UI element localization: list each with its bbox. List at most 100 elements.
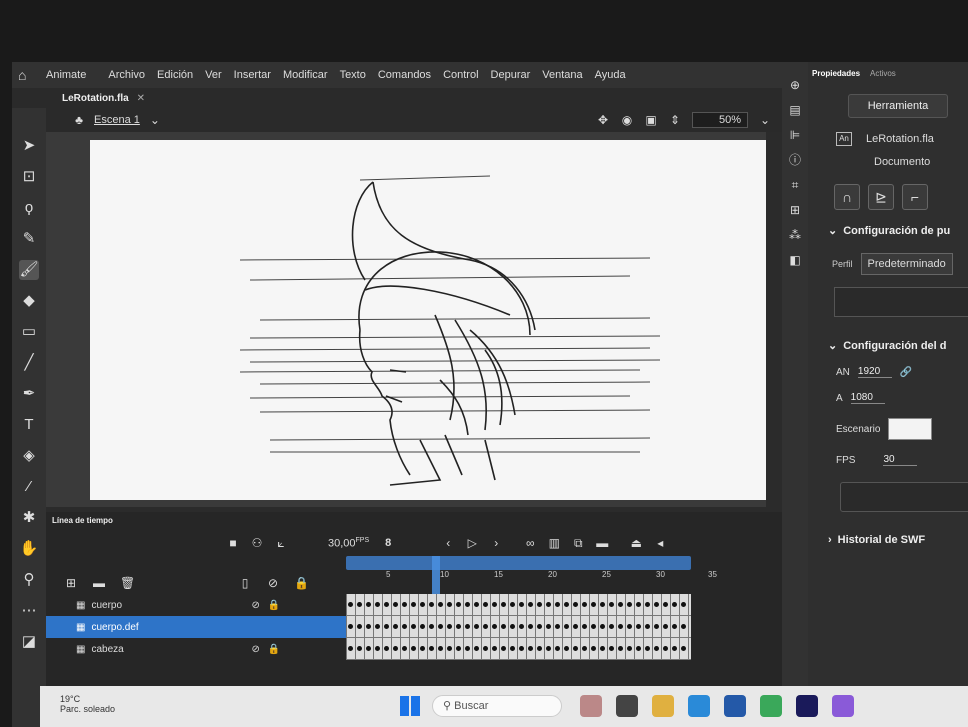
keyframe-dot[interactable] — [519, 646, 524, 651]
zoom-tool-icon[interactable]: ⚲ — [19, 570, 39, 590]
center-stage-icon[interactable]: ✥ — [596, 113, 610, 127]
keyframe-dot[interactable] — [591, 624, 596, 629]
keyframe-dot[interactable] — [609, 602, 614, 607]
keyframe-dot[interactable] — [573, 646, 578, 651]
target-field[interactable] — [834, 287, 968, 317]
layer-row-selected[interactable]: ▦ cuerpo.def — [46, 616, 346, 638]
keyframe-dot[interactable] — [483, 602, 488, 607]
home-icon[interactable]: ⌂ — [18, 67, 34, 83]
loop-icon[interactable]: ∞ — [523, 536, 537, 550]
keyframe-dot[interactable] — [627, 624, 632, 629]
keyframe-dot[interactable] — [375, 624, 380, 629]
keyframe-dot[interactable] — [510, 602, 515, 607]
frame-ruler[interactable]: 5 10 15 20 25 30 35 — [346, 570, 717, 584]
layer-row[interactable]: ▦ cabeza ⊘ 🔒 — [46, 638, 346, 660]
keyframe-dot[interactable] — [564, 602, 569, 607]
taskbar-search[interactable]: ⚲ Buscar — [432, 695, 562, 717]
keyframe-dot[interactable] — [375, 646, 380, 651]
document-settings-section[interactable]: ⌄ Configuración del d — [828, 339, 968, 352]
keyframe-dot[interactable] — [402, 624, 407, 629]
keyframe-dot[interactable] — [438, 624, 443, 629]
keyframe-dot[interactable] — [600, 624, 605, 629]
text-tool-icon[interactable]: T — [19, 415, 39, 435]
menu-edicion[interactable]: Edición — [157, 69, 193, 81]
scale-content-icon[interactable]: ⊵ — [868, 184, 894, 210]
new-folder-icon[interactable]: ▬ — [92, 576, 106, 590]
keyframe-dot[interactable] — [366, 602, 371, 607]
insert-keyframe-icon[interactable]: ▬ — [595, 536, 609, 550]
close-icon[interactable]: ✕ — [137, 93, 145, 104]
chrome-icon[interactable] — [760, 695, 782, 717]
scene-selector[interactable]: Escena 1 — [94, 114, 140, 126]
keyframe-dot[interactable] — [366, 646, 371, 651]
keyframe-dot[interactable] — [429, 646, 434, 651]
animate-app-icon[interactable] — [796, 695, 818, 717]
keyframe-dot[interactable] — [501, 624, 506, 629]
keyframe-dot[interactable] — [429, 624, 434, 629]
keyframe-dot[interactable] — [456, 624, 461, 629]
keyframe-dot[interactable] — [492, 624, 497, 629]
keyframe-dot[interactable] — [348, 646, 353, 651]
keyframe-dot[interactable] — [555, 646, 560, 651]
keyframe-dot[interactable] — [537, 602, 542, 607]
keyframe-dot[interactable] — [492, 646, 497, 651]
keyframe-dot[interactable] — [645, 624, 650, 629]
keyframe-dot[interactable] — [420, 624, 425, 629]
properties-panel-icon[interactable]: ⊕ — [788, 78, 802, 92]
keyframe-dot[interactable] — [501, 602, 506, 607]
keyframe-dot[interactable] — [627, 646, 632, 651]
keyframe-dot[interactable] — [411, 646, 416, 651]
menu-control[interactable]: Control — [443, 69, 478, 81]
edit-multiple-icon[interactable]: ⧉ — [571, 536, 585, 550]
library-panel-icon[interactable]: ▤ — [788, 103, 802, 117]
keyframe-dot[interactable] — [357, 602, 362, 607]
keyframe-dot[interactable] — [357, 646, 362, 651]
keyframe-dot[interactable] — [546, 602, 551, 607]
keyframe-dot[interactable] — [528, 624, 533, 629]
keyframe-dot[interactable] — [591, 646, 596, 651]
frame-row[interactable] — [346, 616, 691, 638]
keyframe-dot[interactable] — [618, 602, 623, 607]
pen-tool-icon[interactable]: ✒ — [19, 384, 39, 404]
lock-icon[interactable]: 🔒 — [268, 600, 280, 611]
menu-modificar[interactable]: Modificar — [283, 69, 328, 81]
menu-comandos[interactable]: Comandos — [378, 69, 431, 81]
menu-ver[interactable]: Ver — [205, 69, 222, 81]
keyframe-dot[interactable] — [375, 602, 380, 607]
keyframe-dot[interactable] — [510, 624, 515, 629]
keyframe-dot[interactable] — [564, 646, 569, 651]
menu-ventana[interactable]: Ventana — [542, 69, 582, 81]
paint-bucket-tool-icon[interactable]: ◈ — [19, 446, 39, 466]
visibility-icon[interactable]: ⊘ — [251, 600, 259, 611]
clip-icon[interactable]: ▣ — [644, 113, 658, 127]
keyframe-dot[interactable] — [357, 624, 362, 629]
menu-texto[interactable]: Texto — [340, 69, 366, 81]
brush-tool-icon[interactable]: 🖌 — [19, 260, 39, 280]
keyframe-dot[interactable] — [348, 602, 353, 607]
keyframe-dot[interactable] — [618, 646, 623, 651]
transform-panel-icon[interactable]: ⌗ — [788, 178, 802, 192]
frame-grid[interactable] — [346, 594, 691, 660]
align-panel-icon[interactable]: ⊫ — [788, 128, 802, 142]
keyframe-dot[interactable] — [420, 646, 425, 651]
graph-icon[interactable]: ⟀ — [274, 536, 288, 550]
keyframe-dot[interactable] — [447, 624, 452, 629]
line-tool-icon[interactable]: ╱ — [19, 353, 39, 373]
onion-skin-icon[interactable]: ▥ — [547, 536, 561, 550]
pin-tool-icon[interactable]: ✱ — [19, 508, 39, 528]
free-transform-tool-icon[interactable]: ⊡ — [19, 167, 39, 187]
keyframe-dot[interactable] — [663, 602, 668, 607]
discord-icon[interactable] — [832, 695, 854, 717]
keyframe-dot[interactable] — [528, 602, 533, 607]
keyframe-dot[interactable] — [402, 646, 407, 651]
tool-button[interactable]: Herramienta — [848, 94, 948, 118]
fps-display[interactable]: 30,00FPS — [328, 537, 369, 550]
keyframe-dot[interactable] — [402, 602, 407, 607]
next-frame-icon[interactable]: › — [489, 536, 503, 550]
keyframe-dot[interactable] — [663, 646, 668, 651]
keyframe-dot[interactable] — [447, 646, 452, 651]
keyframe-dot[interactable] — [600, 646, 605, 651]
keyframe-dot[interactable] — [681, 646, 686, 651]
document-tab[interactable]: LeRotation.fla — [62, 93, 129, 104]
keyframe-dot[interactable] — [582, 646, 587, 651]
